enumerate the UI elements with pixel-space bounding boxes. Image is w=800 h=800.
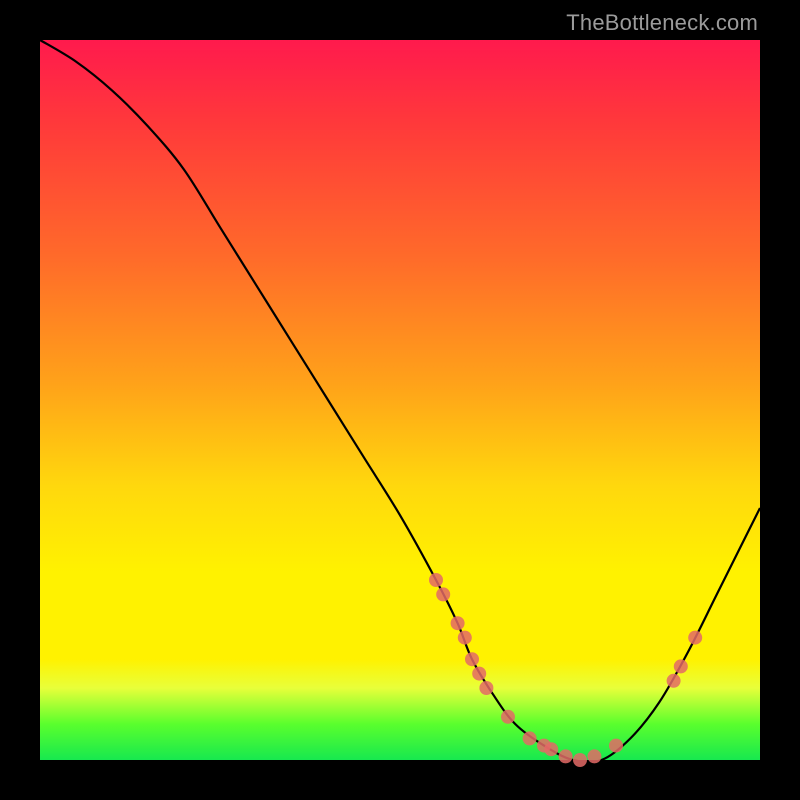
curve-marker: [436, 587, 450, 601]
bottleneck-curve: [40, 40, 760, 762]
curve-marker: [573, 753, 587, 767]
curve-marker: [451, 616, 465, 630]
curve-marker: [544, 742, 558, 756]
curve-marker: [667, 674, 681, 688]
curve-marker: [609, 739, 623, 753]
plot-area: [40, 40, 760, 760]
curve-marker: [674, 659, 688, 673]
curve-marker: [559, 749, 573, 763]
chart-frame: TheBottleneck.com: [0, 0, 800, 800]
curve-marker: [465, 652, 479, 666]
curve-svg: [40, 40, 760, 760]
curve-marker: [688, 631, 702, 645]
curve-marker: [458, 631, 472, 645]
curve-marker: [523, 731, 537, 745]
marker-layer: [429, 573, 702, 767]
attribution-label: TheBottleneck.com: [566, 10, 758, 36]
curve-marker: [429, 573, 443, 587]
curve-marker: [501, 710, 515, 724]
curve-marker: [472, 667, 486, 681]
curve-marker: [479, 681, 493, 695]
curve-marker: [587, 749, 601, 763]
